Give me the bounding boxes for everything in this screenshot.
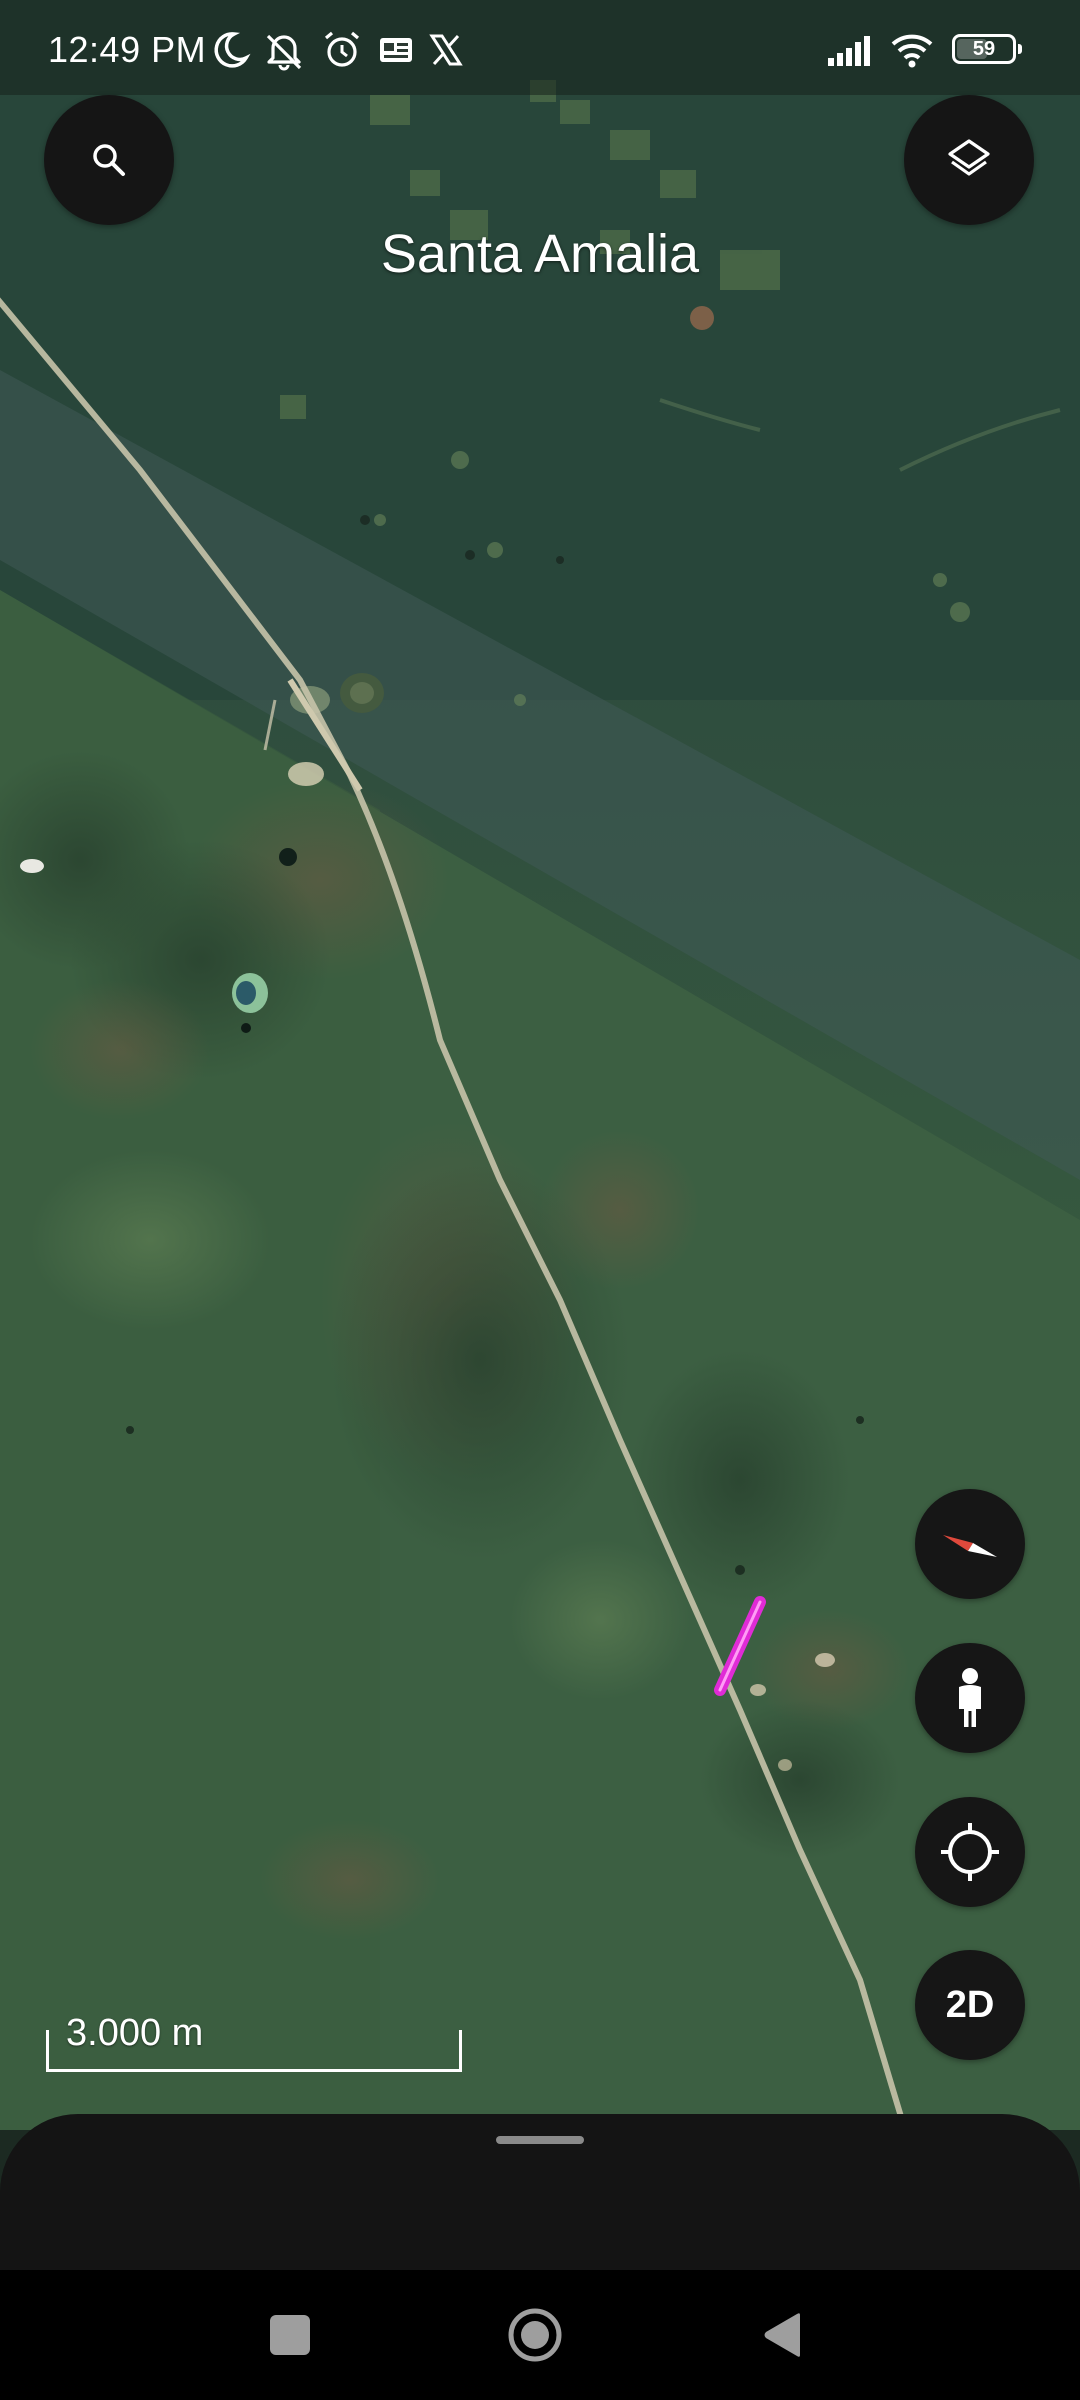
view-mode-2d-button[interactable]: 2D (915, 1950, 1025, 2060)
recents-button[interactable] (255, 2300, 325, 2370)
triangle-back-icon (764, 2313, 800, 2357)
satellite-map[interactable]: Santa Amalia 3.000 m (0, 0, 1080, 2130)
circle-icon (508, 2308, 562, 2362)
search-icon (93, 144, 125, 176)
wifi-icon (891, 34, 933, 68)
square-icon (270, 2315, 310, 2355)
system-navigation-bar (0, 2270, 1080, 2400)
scale-bar: 3.000 m (46, 2008, 466, 2072)
bell-off-icon (266, 34, 302, 71)
battery-percent: 59 (972, 38, 996, 60)
x-logo-icon (429, 34, 463, 66)
my-location-button[interactable] (915, 1797, 1025, 1907)
signal-icon (828, 36, 870, 66)
battery-icon: 59 (952, 34, 1022, 64)
bottom-sheet[interactable] (0, 2114, 1080, 2270)
compass-button[interactable] (915, 1489, 1025, 1599)
status-bar: 12:49 PM 59 (0, 0, 1080, 95)
back-button[interactable] (748, 2300, 818, 2370)
alarm-icon (324, 31, 360, 67)
scale-label: 3.000 m (66, 2012, 204, 2054)
sim-card-icon (380, 38, 412, 62)
home-button[interactable] (500, 2300, 570, 2370)
terrain-imagery (0, 0, 1080, 2130)
drag-handle[interactable] (496, 2136, 584, 2144)
layers-icon (948, 139, 990, 176)
moon-icon (214, 32, 251, 68)
app-screen: Santa Amalia 3.000 m 12:49 PM 59 2D (0, 0, 1080, 2400)
search-button[interactable] (44, 95, 174, 225)
view-mode-label: 2D (945, 1983, 995, 2026)
status-time: 12:49 PM (48, 29, 207, 70)
compass-icon (943, 1535, 997, 1557)
pegman-icon (959, 1668, 981, 1727)
layers-button[interactable] (904, 95, 1034, 225)
my-location-icon (941, 1823, 999, 1881)
street-view-button[interactable] (915, 1643, 1025, 1753)
place-label[interactable]: Santa Amalia (0, 222, 1080, 286)
